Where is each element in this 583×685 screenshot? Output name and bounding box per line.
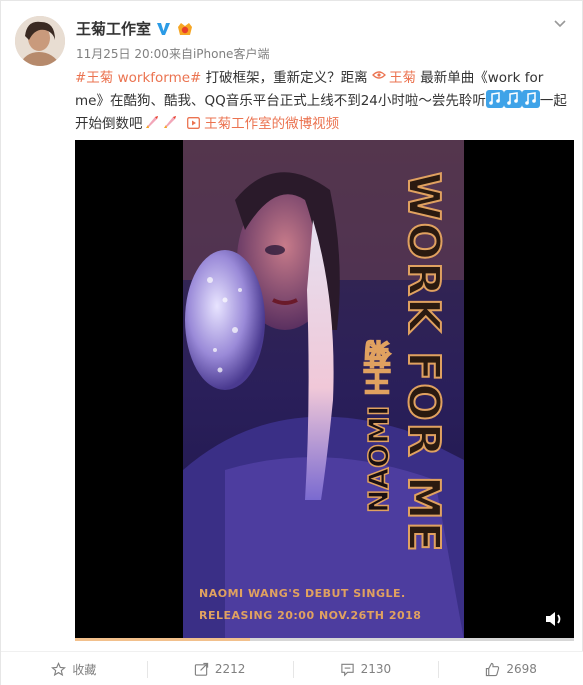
video-link-label: 王菊工作室的微博视频 <box>204 116 340 132</box>
video-play-icon <box>187 117 201 129</box>
username-row: 王菊工作室 <box>76 18 194 39</box>
video-link[interactable]: 王菊工作室的微博视频 <box>187 116 339 132</box>
username[interactable]: 王菊工作室 <box>76 18 151 39</box>
music-note-emoji-icon <box>521 90 540 108</box>
post-source: 来自iPhone客户端 <box>168 47 270 61</box>
vip-badge-icon[interactable] <box>176 21 194 37</box>
rocket-emoji-icon <box>143 113 161 131</box>
poster-line1: NAOMI WANG'S DEBUT SINGLE. <box>199 587 406 600</box>
favorite-button[interactable]: 收藏 <box>1 652 147 685</box>
comment-button[interactable]: 2130 <box>292 652 439 685</box>
chevron-down-icon[interactable] <box>552 15 568 31</box>
hashtag-link[interactable]: #王菊 workforme# <box>75 70 201 86</box>
repost-button[interactable]: 2212 <box>146 652 293 685</box>
video-player[interactable]: WORK FOR ME NAOMI 王菊 NAOMI WANG'S DEBUT … <box>75 140 574 640</box>
poster-line2: RELEASING 20:00 NOV.26TH 2018 <box>199 609 422 622</box>
like-count: 2698 <box>506 662 537 676</box>
video-progress-bar[interactable] <box>75 638 574 641</box>
poster-artist: NAOMI 王菊 <box>361 339 396 513</box>
star-icon <box>51 661 67 676</box>
video-progress-fill <box>75 638 250 641</box>
comment-count: 2130 <box>360 662 392 676</box>
post-date[interactable]: 11月25日 20:00 <box>76 47 169 61</box>
weibo-post-card: 王菊工作室 11月25日 20:00来自iPhone客户端 #王菊 workfo… <box>0 0 583 685</box>
mention-icon <box>372 71 386 79</box>
repost-icon <box>194 662 208 676</box>
avatar[interactable] <box>15 16 65 66</box>
volume-icon[interactable] <box>544 610 564 628</box>
post-text: #王菊 workforme# 打破框架，重新定义？距离 王菊 最新单曲《work… <box>75 67 575 136</box>
like-button[interactable]: 2698 <box>438 652 583 685</box>
music-note-emoji-icon <box>503 90 522 108</box>
post-meta: 11月25日 20:00来自iPhone客户端 <box>76 45 269 62</box>
video-poster <box>183 140 464 640</box>
mention-name: 王菊 <box>388 70 416 86</box>
repost-count: 2212 <box>214 662 246 676</box>
favorite-label: 收藏 <box>72 662 97 677</box>
music-note-emoji-icon <box>485 90 504 108</box>
poster-title: WORK FOR ME <box>397 171 450 555</box>
thumbs-up-icon <box>486 662 500 676</box>
rocket-emoji-icon <box>161 113 179 131</box>
mention-link[interactable]: 王菊 <box>372 70 416 86</box>
action-bar: 收藏 2212 2130 2698 <box>1 651 583 685</box>
verified-icon <box>156 21 171 36</box>
comment-icon <box>340 663 354 676</box>
post-text-part1: 打破框架，重新定义？距离 <box>201 70 372 86</box>
